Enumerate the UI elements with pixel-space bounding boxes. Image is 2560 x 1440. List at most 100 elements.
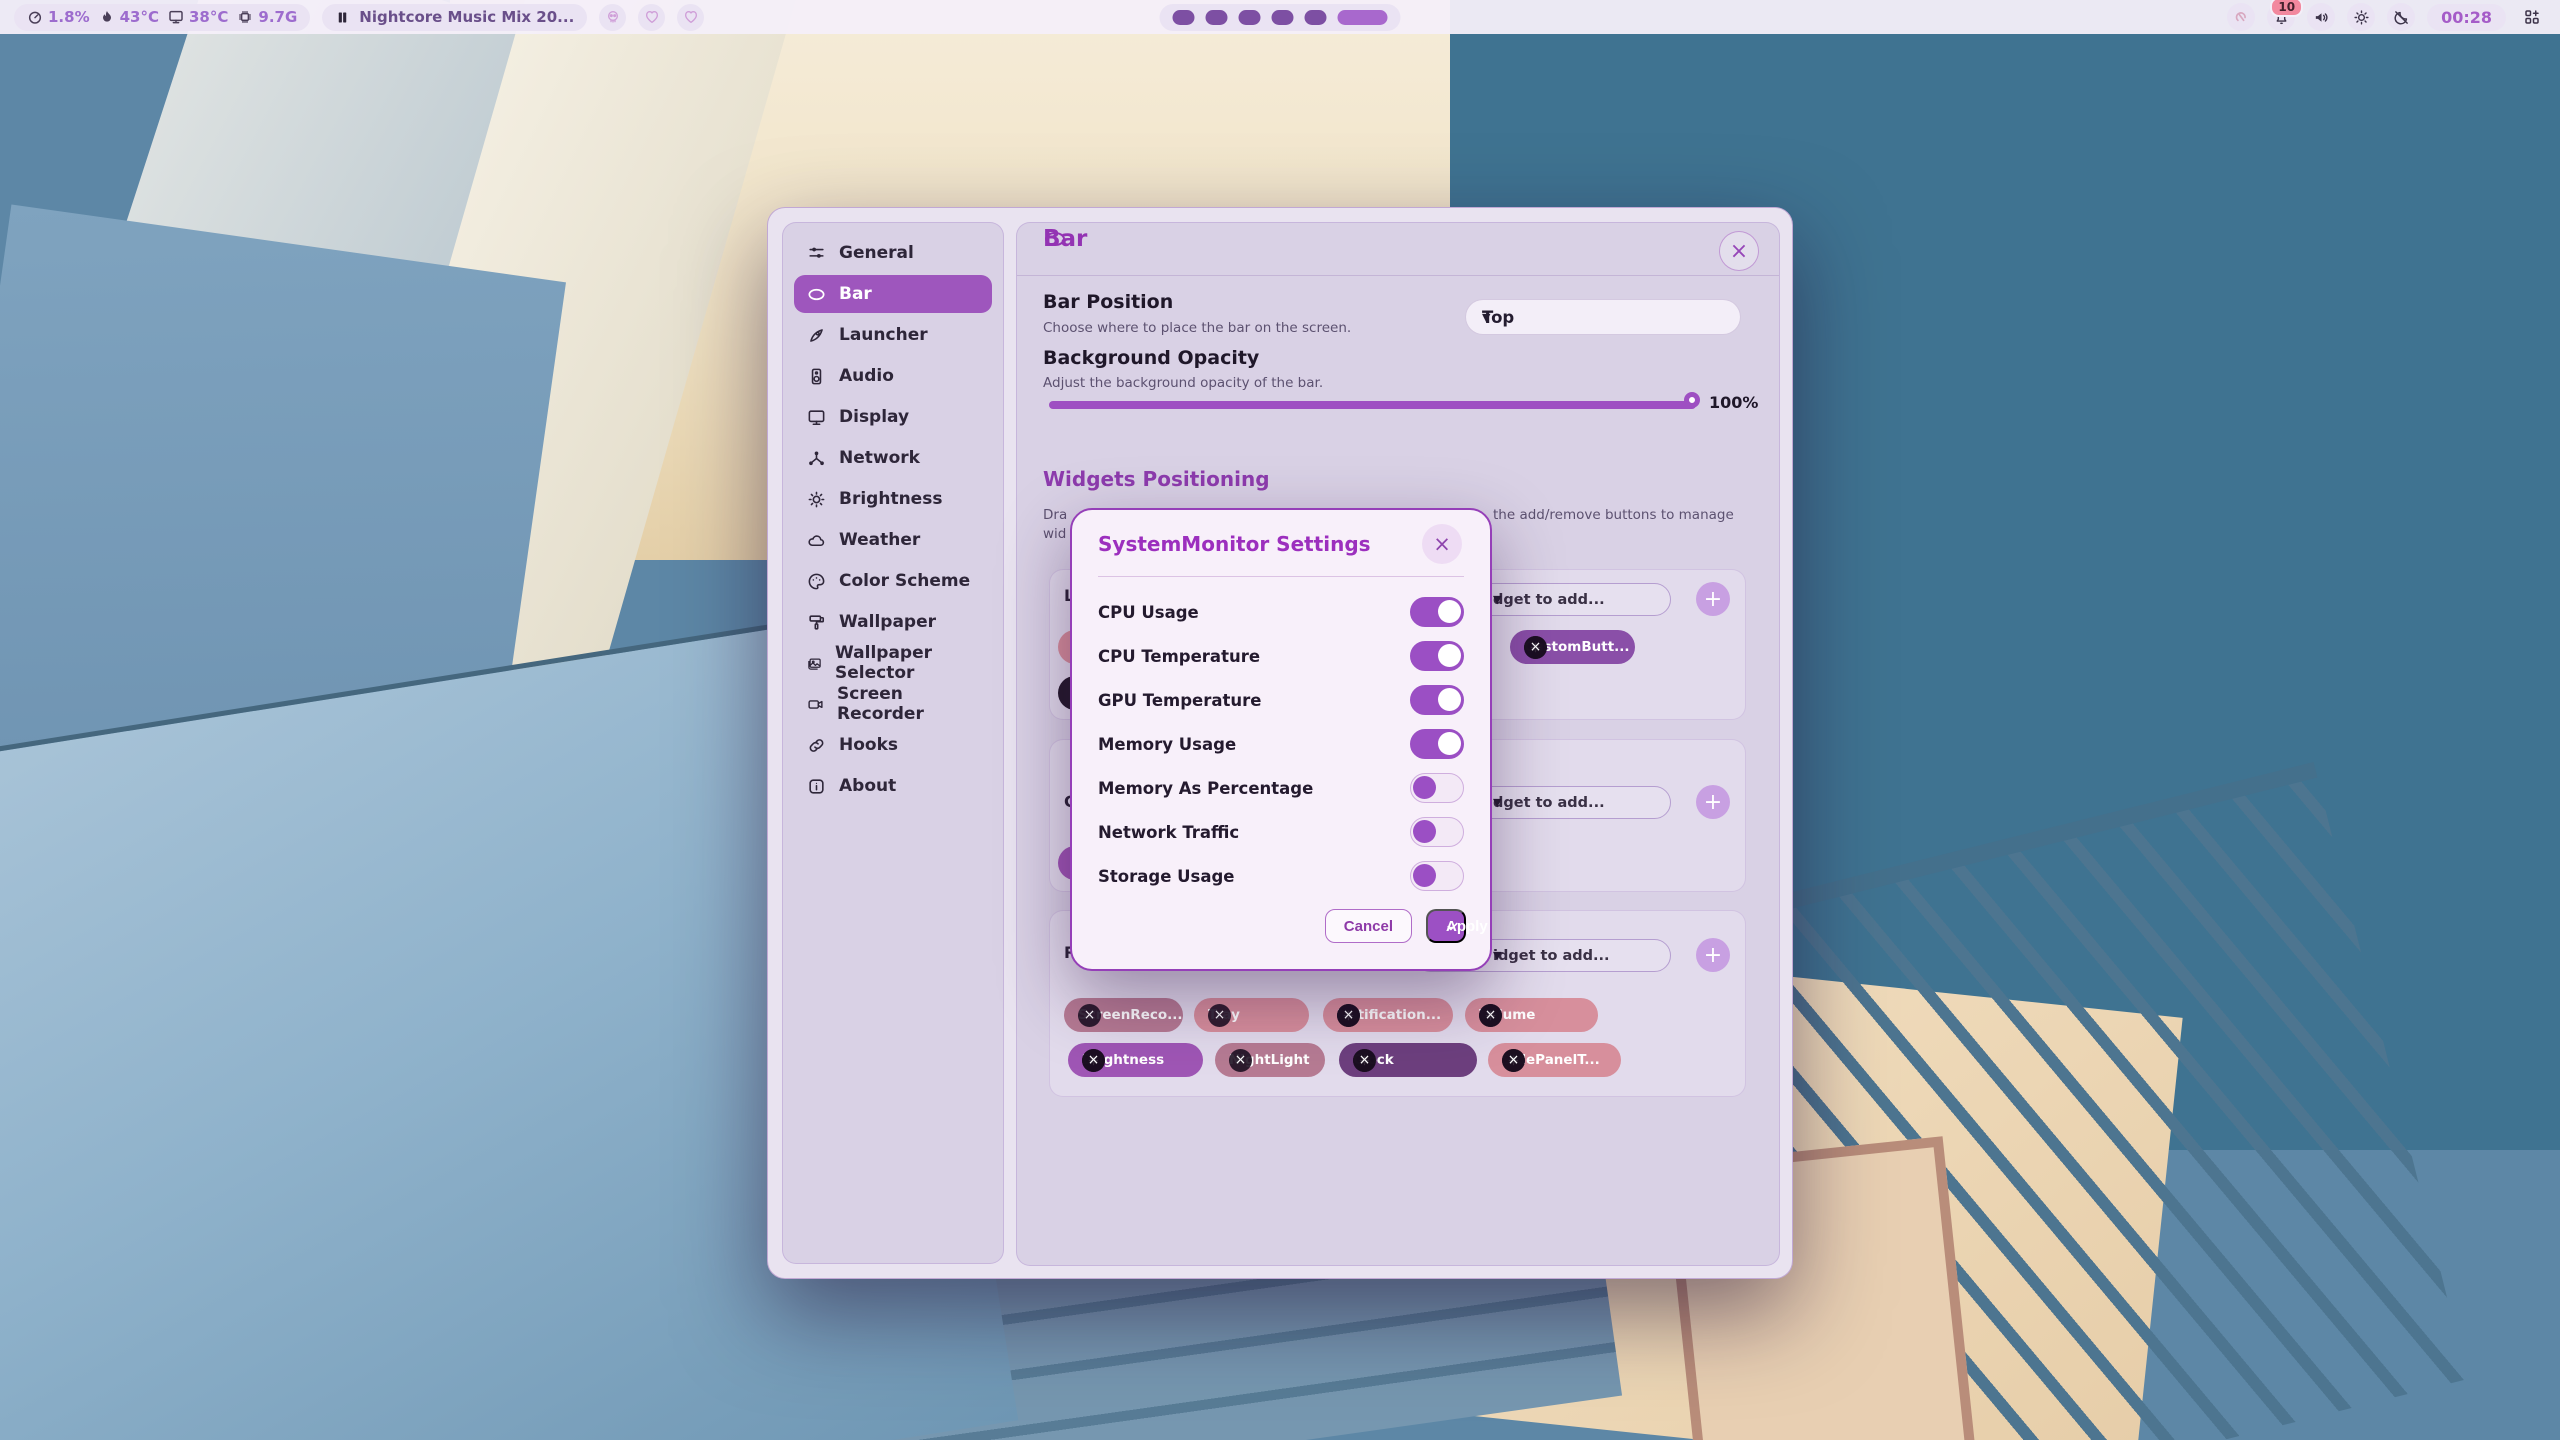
- page-title-text: Bar: [1043, 226, 1087, 252]
- workspace-dot[interactable]: [1173, 10, 1195, 25]
- widget-chip-tray[interactable]: Tray ×: [1194, 998, 1309, 1032]
- slider-track[interactable]: [1049, 401, 1696, 409]
- widget-chip-clock[interactable]: Clock ×: [1339, 1043, 1477, 1077]
- cpu-temp-value: 43°C: [120, 8, 159, 26]
- bar-position-select[interactable]: Top ▼: [1465, 299, 1741, 335]
- display-icon: [807, 408, 826, 427]
- widget-chip-custombutton[interactable]: CustomButt... ×: [1510, 630, 1635, 664]
- chip-remove-button[interactable]: ×: [1479, 1004, 1502, 1027]
- clock[interactable]: 00:28: [2427, 4, 2506, 31]
- widget-chip-sidepaneltoggle[interactable]: SidePanelT... ×: [1488, 1043, 1621, 1077]
- header-divider: [1017, 275, 1779, 276]
- background-opacity-slider[interactable]: [1049, 397, 1696, 413]
- add-widget-button[interactable]: +: [1696, 582, 1730, 616]
- gpu-temp-value: 38°C: [189, 8, 228, 26]
- sidebar-item-launcher[interactable]: Launcher: [794, 316, 992, 354]
- sidebar-item-label: Color Scheme: [839, 571, 970, 591]
- workspace-dot[interactable]: [1239, 10, 1261, 25]
- storage-usage-toggle[interactable]: [1410, 861, 1464, 891]
- memory-as-percentage-toggle[interactable]: [1410, 773, 1464, 803]
- toggle-knob: [1413, 820, 1436, 843]
- flame-icon: [99, 9, 115, 25]
- dialog-close-button[interactable]: ×: [1422, 524, 1462, 564]
- widgets-positioning-title: Widgets Positioning: [1043, 467, 1270, 491]
- media-title: Nightcore Music Mix 20...: [359, 8, 574, 26]
- cpu-usage-stat: 1.8%: [27, 8, 90, 26]
- chip-remove-button[interactable]: ×: [1502, 1049, 1525, 1072]
- sidebar-item-about[interactable]: About: [794, 767, 992, 805]
- slider-knob[interactable]: [1684, 392, 1700, 408]
- sidebar-item-brightness[interactable]: Brightness: [794, 480, 992, 518]
- widget-chip-screenrecorder[interactable]: ScreenReco... ×: [1064, 998, 1183, 1032]
- add-widget-button[interactable]: +: [1696, 938, 1730, 972]
- heart-button[interactable]: [677, 4, 704, 31]
- sidebar-item-hooks[interactable]: Hooks: [794, 726, 992, 764]
- widget-chip-nightlight[interactable]: NightLight ×: [1215, 1043, 1325, 1077]
- memory-value: 9.7G: [258, 8, 297, 26]
- widget-chip-volume[interactable]: Volume ×: [1465, 998, 1598, 1032]
- gpu-temperature-toggle[interactable]: [1410, 685, 1464, 715]
- cpu-temperature-toggle[interactable]: [1410, 641, 1464, 671]
- sidebar-item-bar[interactable]: Bar: [794, 275, 992, 313]
- sliders-icon: [807, 244, 826, 263]
- workspace-dot-active[interactable]: [1338, 10, 1388, 25]
- chip-remove-button[interactable]: ×: [1337, 1004, 1360, 1027]
- sidebar-item-label: Audio: [839, 366, 894, 386]
- chip-remove-button[interactable]: ×: [1353, 1049, 1376, 1072]
- widget-chip-notifications[interactable]: Notification... ×: [1323, 998, 1453, 1032]
- apply-button[interactable]: Apply: [1426, 909, 1466, 943]
- chevron-down-icon: ▼: [1493, 593, 1501, 606]
- sidebar-item-general[interactable]: General: [794, 234, 992, 272]
- bar-position-description: Choose where to place the bar on the scr…: [1043, 320, 1351, 336]
- notifications-button[interactable]: 10: [2267, 3, 2295, 31]
- chip-remove-button[interactable]: ×: [1078, 1004, 1101, 1027]
- brightness-button[interactable]: [2347, 3, 2375, 31]
- workspace-dot[interactable]: [1206, 10, 1228, 25]
- toggle-label: CPU Temperature: [1098, 647, 1260, 666]
- sidebar-item-display[interactable]: Display: [794, 398, 992, 436]
- sidebar-item-color-scheme[interactable]: Color Scheme: [794, 562, 992, 600]
- sidebar-item-weather[interactable]: Weather: [794, 521, 992, 559]
- chip-remove-button[interactable]: ×: [1208, 1004, 1231, 1027]
- tray-app-button[interactable]: [2227, 3, 2255, 31]
- workspace-dot[interactable]: [1305, 10, 1327, 25]
- sidebar-item-wallpaper[interactable]: Wallpaper: [794, 603, 992, 641]
- sidebar-item-label: About: [839, 776, 896, 796]
- dashboard-button[interactable]: [2518, 3, 2546, 31]
- toggle-row-network-traffic: Network Traffic: [1072, 810, 1490, 854]
- heart-icon: [683, 9, 699, 25]
- panel-close-button[interactable]: ×: [1719, 231, 1759, 271]
- chip-remove-button[interactable]: ×: [1524, 636, 1547, 659]
- network-traffic-toggle[interactable]: [1410, 817, 1464, 847]
- toggle-knob: [1438, 600, 1461, 623]
- sidebar-item-screen-recorder[interactable]: Screen Recorder: [794, 685, 992, 723]
- cancel-button[interactable]: Cancel: [1325, 909, 1412, 943]
- widget-chip-brightness[interactable]: Brightness ×: [1068, 1043, 1203, 1077]
- chip-remove-button[interactable]: ×: [1082, 1049, 1105, 1072]
- workspace-dot[interactable]: [1272, 10, 1294, 25]
- sidebar-item-audio[interactable]: Audio: [794, 357, 992, 395]
- sun-icon: [2353, 9, 2370, 26]
- sidebar-item-network[interactable]: Network: [794, 439, 992, 477]
- dashboard-grid-icon: [2523, 8, 2541, 26]
- night-light-button[interactable]: [2387, 3, 2415, 31]
- topbar-right: 10 00:28: [2227, 3, 2546, 31]
- sidebar-item-wallpaper-selector[interactable]: Wallpaper Selector: [794, 644, 992, 682]
- add-widget-button[interactable]: +: [1696, 785, 1730, 819]
- toggle-row-gpu-temperature: GPU Temperature: [1072, 678, 1490, 722]
- cpu-usage-toggle[interactable]: [1410, 597, 1464, 627]
- system-stats-pill[interactable]: 1.8% 43°C 38°C 9.7G: [14, 4, 310, 31]
- volume-button[interactable]: [2307, 3, 2335, 31]
- skull-button[interactable]: [599, 4, 626, 31]
- toggle-label: Memory As Percentage: [1098, 779, 1313, 798]
- media-player-pill[interactable]: Nightcore Music Mix 20...: [322, 4, 587, 31]
- cloud-icon: [807, 531, 826, 550]
- chip-remove-button[interactable]: ×: [1229, 1049, 1252, 1072]
- sidebar-item-label: Launcher: [839, 325, 928, 345]
- widgets-description-fragment: wid: [1043, 526, 1066, 542]
- sidebar-item-label: Screen Recorder: [837, 684, 979, 724]
- toggle-row-cpu-temperature: CPU Temperature: [1072, 634, 1490, 678]
- chevron-down-icon: ▼: [1482, 311, 1490, 324]
- heart-button[interactable]: [638, 4, 665, 31]
- memory-usage-toggle[interactable]: [1410, 729, 1464, 759]
